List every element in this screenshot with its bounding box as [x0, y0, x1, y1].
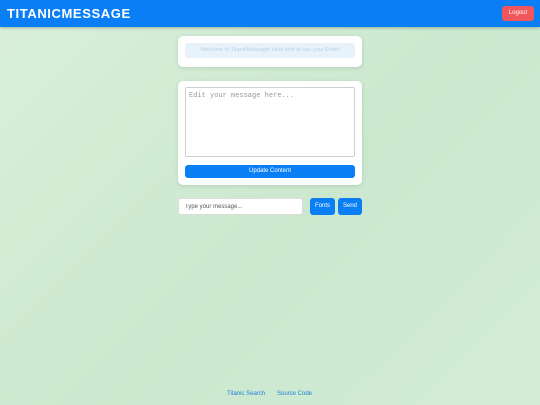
welcome-card: Welcome to TitanicMessage! Hold shift to…: [178, 36, 362, 67]
send-button[interactable]: Send: [338, 198, 362, 215]
message-editor[interactable]: [185, 87, 355, 157]
top-navbar: TITANICMESSAGE Logout: [0, 0, 540, 27]
welcome-message: Welcome to TitanicMessage! Hold shift to…: [185, 43, 355, 58]
fonts-button[interactable]: Fonts: [310, 198, 335, 215]
titanic-search-link[interactable]: Titanic Search: [227, 391, 265, 397]
brand-title: TITANICMESSAGE: [7, 6, 131, 21]
logout-button[interactable]: Logout: [502, 6, 534, 21]
update-content-button[interactable]: Update Content: [185, 165, 355, 178]
message-input[interactable]: [178, 198, 303, 215]
source-code-link[interactable]: Source Code: [277, 391, 312, 397]
